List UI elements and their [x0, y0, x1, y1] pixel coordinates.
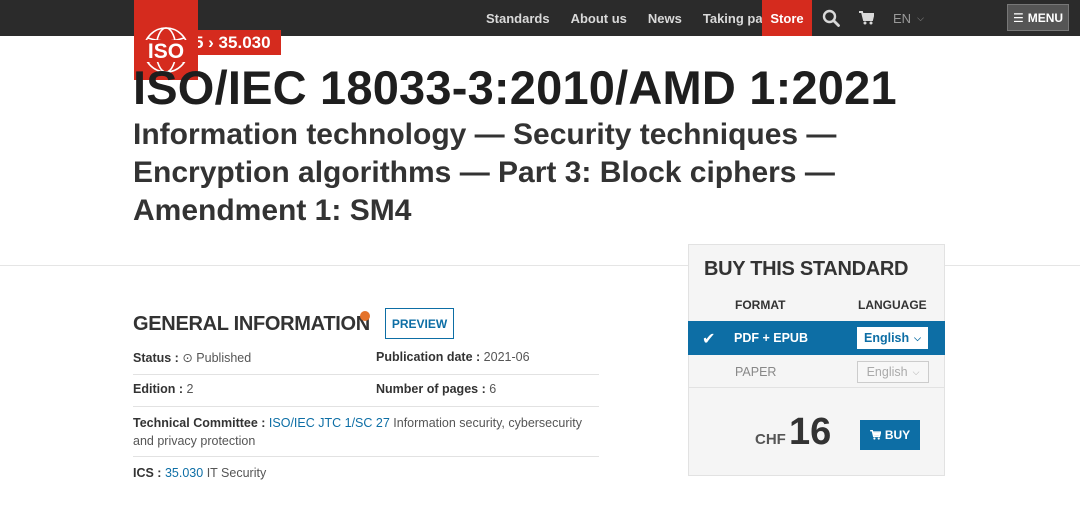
- price-currency: CHF: [755, 431, 786, 448]
- cart-icon: [869, 430, 881, 440]
- publication-date-value: 2021-06: [483, 350, 530, 364]
- language-dropdown-value: English: [866, 365, 908, 379]
- pages-field: Number of pages : 6: [376, 382, 599, 396]
- breadcrumb[interactable]: 5 › 35.030: [186, 30, 281, 55]
- row-divider: [133, 456, 599, 457]
- menu-button-label: MENU: [1027, 10, 1064, 25]
- buy-button[interactable]: BUY: [860, 420, 920, 450]
- publication-date-label: Publication date :: [376, 350, 481, 364]
- technical-committee-field: Technical Committee : ISO/IEC JTC 1/SC 2…: [133, 414, 599, 450]
- panel-divider: [689, 387, 944, 388]
- hamburger-icon: ☰: [1012, 10, 1024, 25]
- general-information-heading: GENERAL INFORMATION: [133, 313, 370, 335]
- format-label: PAPER: [735, 365, 777, 379]
- nav-link-standards[interactable]: Standards: [486, 11, 550, 26]
- search-icon[interactable]: [818, 0, 844, 36]
- page-title: ISO/IEC 18033-3:2010/AMD 1:2021: [133, 61, 897, 114]
- checkmark-icon: ✔: [702, 331, 716, 348]
- language-label: EN: [893, 10, 912, 26]
- status-value: Published: [196, 351, 252, 365]
- buy-panel-title: BUY THIS STANDARD: [704, 258, 909, 280]
- buy-panel: BUY THIS STANDARD FORMAT LANGUAGE ✔ PDF …: [688, 244, 945, 476]
- buy-button-label: BUY: [884, 428, 911, 442]
- language-dropdown-disabled: English ⌵: [857, 361, 929, 383]
- edition-label: Edition :: [133, 382, 183, 396]
- menu-button[interactable]: ☰ MENU: [1007, 4, 1069, 31]
- nav-link-store[interactable]: Store: [762, 0, 812, 36]
- language-column-header: LANGUAGE: [858, 298, 927, 312]
- nav-link-news[interactable]: News: [648, 11, 682, 26]
- preview-button[interactable]: PREVIEW: [385, 308, 454, 339]
- chevron-down-icon: ⌵: [917, 12, 924, 23]
- publication-date-field: Publication date : 2021-06: [376, 350, 599, 364]
- rss-icon[interactable]: [360, 311, 370, 321]
- format-label: PDF + EPUB: [734, 331, 808, 345]
- ics-label: ICS :: [133, 466, 162, 480]
- format-option-paper[interactable]: PAPER English ⌵: [689, 357, 944, 387]
- chevron-down-icon: ⌵: [912, 366, 920, 377]
- pages-label: Number of pages :: [376, 382, 486, 396]
- price-value: 16: [789, 411, 832, 453]
- cart-icon[interactable]: [855, 0, 877, 36]
- chevron-down-icon: ⌵: [914, 332, 921, 343]
- language-selector[interactable]: EN ⌵: [893, 0, 924, 36]
- row-divider: [133, 406, 599, 407]
- ics-field: ICS : 35.030 IT Security: [133, 466, 599, 480]
- page-subtitle: Information technology — Security techni…: [133, 118, 837, 227]
- status-field: Status : ⊙ Published: [133, 350, 363, 365]
- row-divider: [133, 374, 599, 375]
- status-label: Status :: [133, 351, 179, 365]
- language-dropdown[interactable]: English ⌵: [857, 327, 928, 349]
- technical-committee-link[interactable]: ISO/IEC JTC 1/SC 27: [269, 416, 390, 430]
- published-icon: ⊙: [182, 351, 193, 365]
- language-dropdown-value: English: [864, 331, 910, 345]
- nav-links: Standards About us News Taking part: [486, 0, 793, 36]
- ics-link[interactable]: 35.030: [165, 466, 203, 480]
- format-option-pdf-epub[interactable]: ✔ PDF + EPUB English ⌵: [688, 321, 945, 355]
- nav-link-about-us[interactable]: About us: [571, 11, 627, 26]
- format-column-header: FORMAT: [735, 298, 786, 312]
- edition-field: Edition : 2: [133, 382, 363, 396]
- pages-value: 6: [489, 382, 497, 396]
- edition-value: 2: [186, 382, 194, 396]
- ics-description: IT Security: [206, 466, 267, 480]
- technical-committee-label: Technical Committee :: [133, 416, 266, 430]
